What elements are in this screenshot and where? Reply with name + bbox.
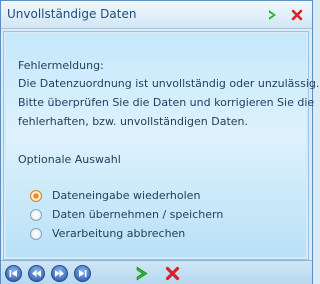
dialog-window: Unvollständige Daten Fehlermeldung: Die … [0,0,319,284]
options-heading: Optionale Auswahl [18,153,121,166]
radio-selected[interactable] [30,190,42,202]
title-bar[interactable]: Unvollständige Daten [1,1,312,29]
option-save-data[interactable]: Daten übernehmen / speichern [30,208,224,222]
error-message-line-3: fehlerhaften, bzw. unvollständigen Daten… [18,115,249,128]
option-repeat-entry[interactable]: Dateneingabe wiederholen [30,189,200,203]
option-cancel-processing[interactable]: Verarbeitung abbrechen [30,227,190,241]
previous-record-icon[interactable] [28,265,45,282]
option-label: Daten übernehmen / speichern [52,208,224,221]
arrow-right-icon[interactable] [266,9,278,21]
error-message-line-1: Die Datenzuordnung ist unvollständig ode… [18,77,320,90]
close-icon[interactable] [291,9,303,21]
arrow-right-icon[interactable] [134,266,149,281]
radio-unselected[interactable] [30,228,42,240]
option-label: Dateneingabe wiederholen [52,189,201,202]
close-icon[interactable] [165,266,180,281]
first-record-icon[interactable] [5,265,22,282]
bottom-toolbar [1,260,312,284]
next-record-icon[interactable] [51,265,68,282]
window-title: Unvollständige Daten [7,7,137,21]
error-heading: Fehlermeldung: [18,59,104,72]
error-message-line-2: Bitte überprüfen Sie die Daten und korri… [18,96,315,109]
option-label: Verarbeitung abbrechen [52,227,186,240]
last-record-icon[interactable] [74,265,91,282]
radio-unselected[interactable] [30,209,42,221]
message-panel: Fehlermeldung: Die Datenzuordnung ist un… [3,31,319,260]
